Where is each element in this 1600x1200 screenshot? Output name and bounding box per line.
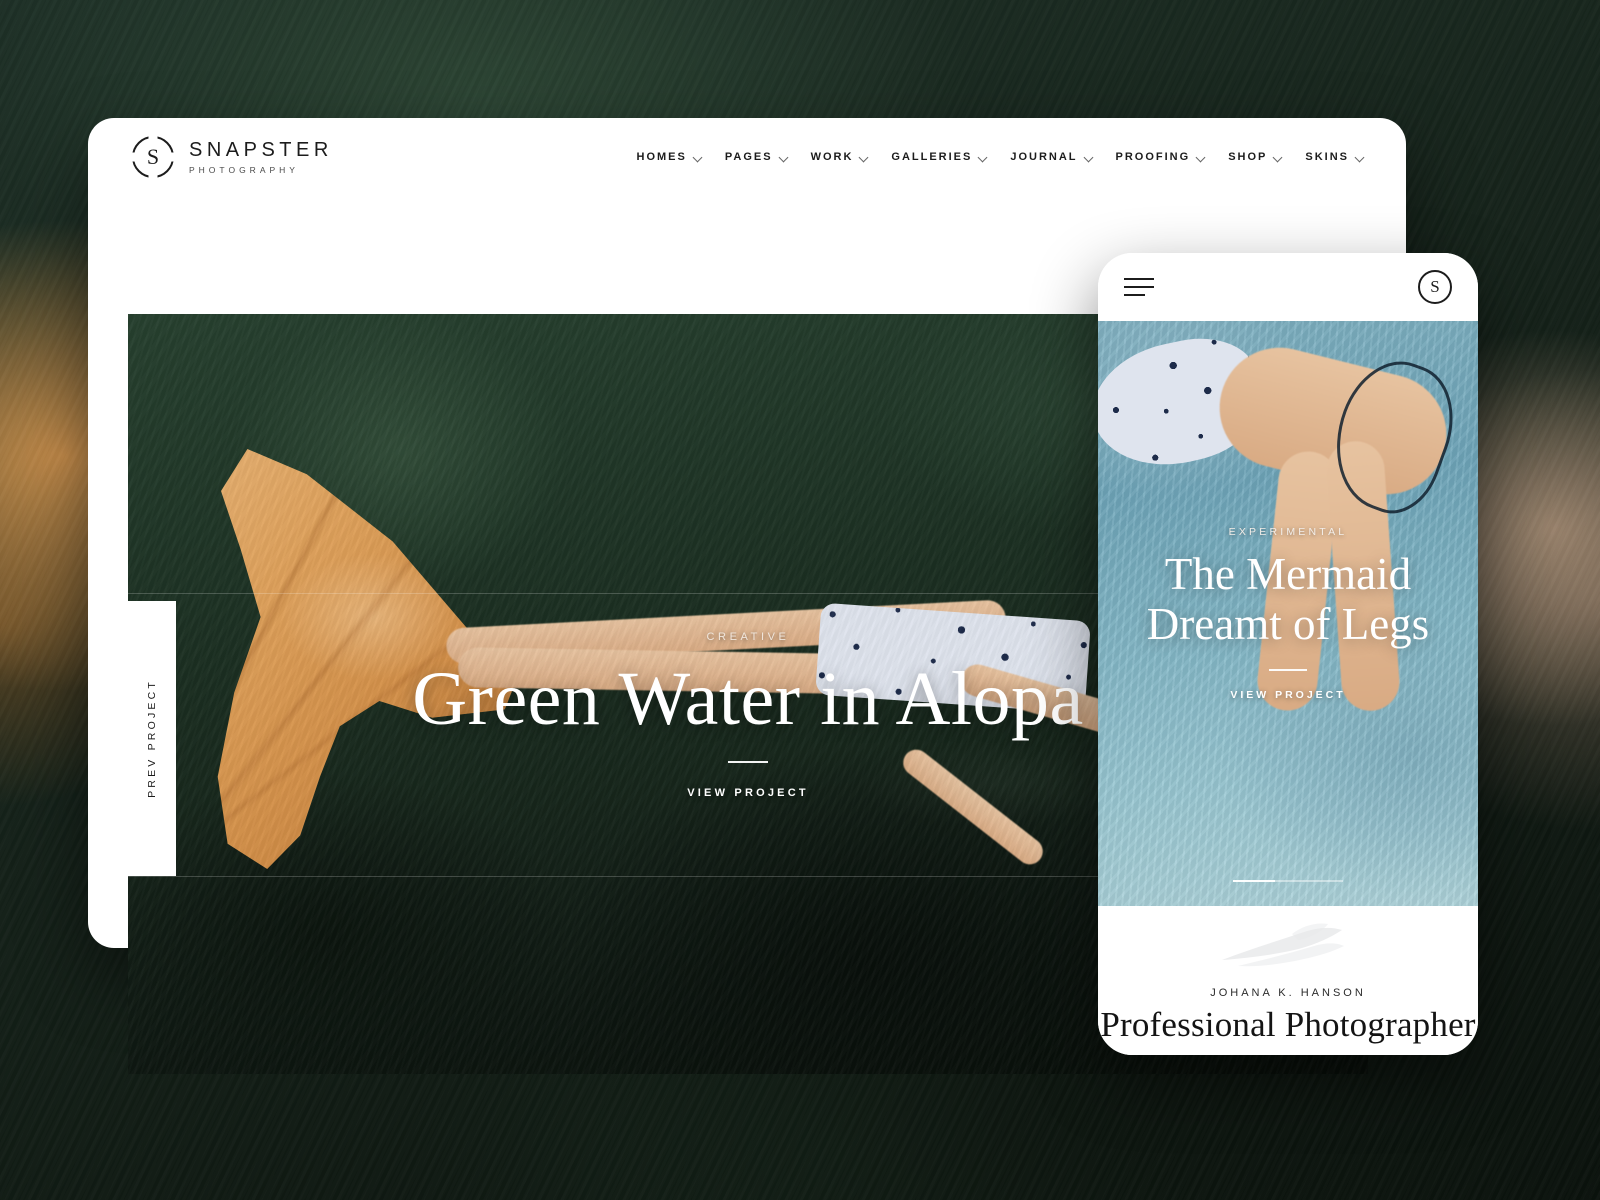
- chevron-down-icon: [1085, 153, 1093, 161]
- logo-monogram-letter: S: [146, 144, 160, 169]
- brand-name: SNAPSTER: [189, 139, 333, 161]
- nav-item-journal[interactable]: JOURNAL: [1010, 151, 1092, 163]
- chevron-down-icon: [979, 153, 987, 161]
- nav-label: PROOFING: [1115, 151, 1191, 163]
- chevron-down-icon: [1197, 153, 1205, 161]
- phone-footer: JOHANA K. HANSON Professional Photograph…: [1098, 906, 1478, 1055]
- nav-label: JOURNAL: [1010, 151, 1078, 163]
- phone-hero-eyebrow: EXPERIMENTAL: [1228, 526, 1348, 538]
- phone-view-project-link[interactable]: VIEW PROJECT: [1230, 689, 1345, 701]
- hero-eyebrow: CREATIVE: [706, 631, 790, 644]
- phone-hero-divider-dash: [1269, 669, 1307, 671]
- phone-slider-progress[interactable]: [1233, 880, 1343, 882]
- chevron-down-icon: [1356, 153, 1364, 161]
- nav-label: SHOP: [1228, 151, 1268, 163]
- logo-wordmark: SNAPSTER PHOTOGRAPHY: [189, 139, 333, 175]
- chevron-down-icon: [1274, 153, 1282, 161]
- phone-mockup: S EXPERIMENTAL The Mermaid Dreamt of Leg…: [1098, 253, 1478, 1055]
- chevron-down-icon: [694, 153, 702, 161]
- site-logo[interactable]: S SNAPSTER PHOTOGRAPHY: [132, 136, 333, 178]
- phone-hero-title-line1: The Mermaid: [1164, 549, 1412, 599]
- nav-item-homes[interactable]: HOMES: [637, 151, 702, 163]
- nav-label: HOMES: [636, 151, 687, 163]
- hero-divider-dash: [728, 760, 768, 763]
- phone-header: S: [1098, 253, 1478, 321]
- phone-hero-content: EXPERIMENTAL The Mermaid Dreamt of Legs …: [1098, 321, 1478, 906]
- nav-label: PAGES: [724, 151, 773, 163]
- photographer-name: JOHANA K. HANSON: [1210, 987, 1366, 999]
- chevron-down-icon: [860, 153, 868, 161]
- nav-label: WORK: [810, 151, 854, 163]
- chevron-down-icon: [780, 153, 788, 161]
- hero-view-project-link[interactable]: VIEW PROJECT: [687, 787, 809, 799]
- brand-tagline: PHOTOGRAPHY: [189, 165, 299, 175]
- phone-logo-letter: S: [1430, 277, 1440, 296]
- nav-item-work[interactable]: WORK: [811, 151, 869, 163]
- nav-item-galleries[interactable]: GALLERIES: [891, 151, 987, 163]
- phone-hero-stage: EXPERIMENTAL The Mermaid Dreamt of Legs …: [1098, 321, 1478, 906]
- nav-label: SKINS: [1305, 151, 1349, 163]
- nav-item-pages[interactable]: PAGES: [725, 151, 788, 163]
- photographer-role: Professional Photographer: [1100, 1005, 1476, 1044]
- nav-item-proofing[interactable]: PROOFING: [1116, 151, 1206, 163]
- main-navigation: HOMES PAGES WORK GALLERIES JOURNAL PROOF…: [637, 151, 1364, 163]
- phone-hero-title-line2: Dreamt of Legs: [1146, 598, 1430, 649]
- tablet-header: S SNAPSTER PHOTOGRAPHY HOMES PAGES WORK: [88, 118, 1406, 196]
- nav-item-shop[interactable]: SHOP: [1228, 151, 1282, 163]
- nav-item-skins[interactable]: SKINS: [1305, 151, 1364, 163]
- phone-logo-monogram-icon[interactable]: S: [1418, 270, 1452, 304]
- feather-icon: [1222, 923, 1344, 967]
- nav-label: GALLERIES: [891, 151, 973, 163]
- hamburger-menu-icon[interactable]: [1124, 278, 1154, 296]
- logo-monogram-icon: S: [132, 136, 174, 178]
- hero-title: Green Water in Alopa: [412, 657, 1084, 742]
- phone-hero-title: The Mermaid Dreamt of Legs: [1146, 549, 1430, 649]
